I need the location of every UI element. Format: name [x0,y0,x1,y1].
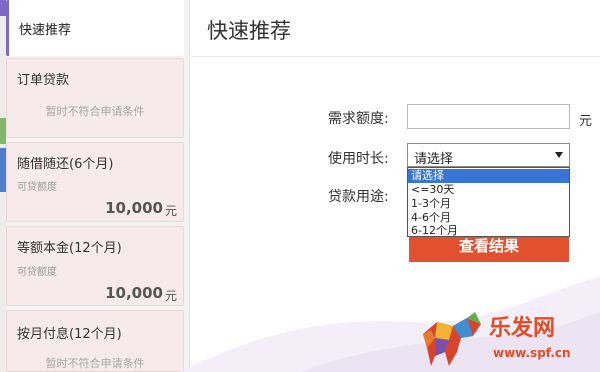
ineligible-note: 暂时不符合申请条件 [45,357,145,370]
credit-limit-label: 可贷额度 [17,182,57,193]
chevron-down-icon[interactable] [555,152,563,158]
page-title: 快速推荐 [207,19,291,43]
term-select-value: 请选择 [414,152,454,167]
credit-limit-amount: 10,000 [105,199,163,217]
amount-label: 需求额度: [328,111,389,127]
term-option[interactable]: 1-3个月 [408,197,569,211]
sidebar-item-label: 随借随还(6个月) [17,157,114,172]
sidebar-item-order-loan[interactable]: 订单贷款 暂时不符合申请条件 [6,58,184,138]
term-option[interactable]: 6-12个月 [408,224,569,238]
watermark: 乐发网 www.spf.cn [419,308,599,372]
term-label: 使用时长: [328,151,389,167]
sidebar-item-label: 订单贷款 [17,73,70,88]
sidebar-item-label: 按月付息(12个月) [17,327,122,342]
term-option[interactable]: 4-6个月 [408,211,569,225]
sidebar-item-flexible-6m[interactable]: 随借随还(6个月) 可贷额度 10,000 元 [6,142,184,222]
sidebar-item-label: 等额本金(12个月) [17,241,122,256]
term-option[interactable]: 请选择 [408,169,569,183]
term-option[interactable]: <=30天 [408,183,569,197]
watermark-brand: 乐发网 [489,315,556,341]
main-panel: 快速推荐 需求额度: 元 使用时长: 请选择 贷款用途: 请选择 <=30天 1… [180,0,600,372]
credit-limit-amount: 10,000 [105,284,163,302]
term-select[interactable]: 请选择 [407,143,570,167]
purpose-label: 贷款用途: [328,189,389,205]
credit-limit-label: 可贷额度 [17,267,57,278]
sidebar-item-label: 快速推荐 [19,23,72,38]
bull-logo-icon [423,312,481,366]
title-divider [191,56,600,57]
ineligible-note: 暂时不符合申请条件 [45,105,145,118]
amount-input[interactable] [407,104,570,129]
credit-limit-unit: 元 [164,204,177,218]
amount-unit: 元 [579,114,593,129]
term-dropdown-list: 请选择 <=30天 1-3个月 4-6个月 6-12个月 [407,167,570,237]
sidebar-item-quick-recommend[interactable]: 快速推荐 [6,0,184,56]
credit-limit-unit: 元 [164,289,177,303]
sidebar-item-monthly-interest-12m[interactable]: 按月付息(12个月) 暂时不符合申请条件 [6,310,184,372]
sidebar-item-equal-principal-12m[interactable]: 等额本金(12个月) 可贷额度 10,000 元 [6,226,184,306]
watermark-site: www.spf.cn [493,346,571,360]
sidebar: 快速推荐 订单贷款 暂时不符合申请条件 随借随还(6个月) 可贷额度 10,00… [0,0,190,372]
